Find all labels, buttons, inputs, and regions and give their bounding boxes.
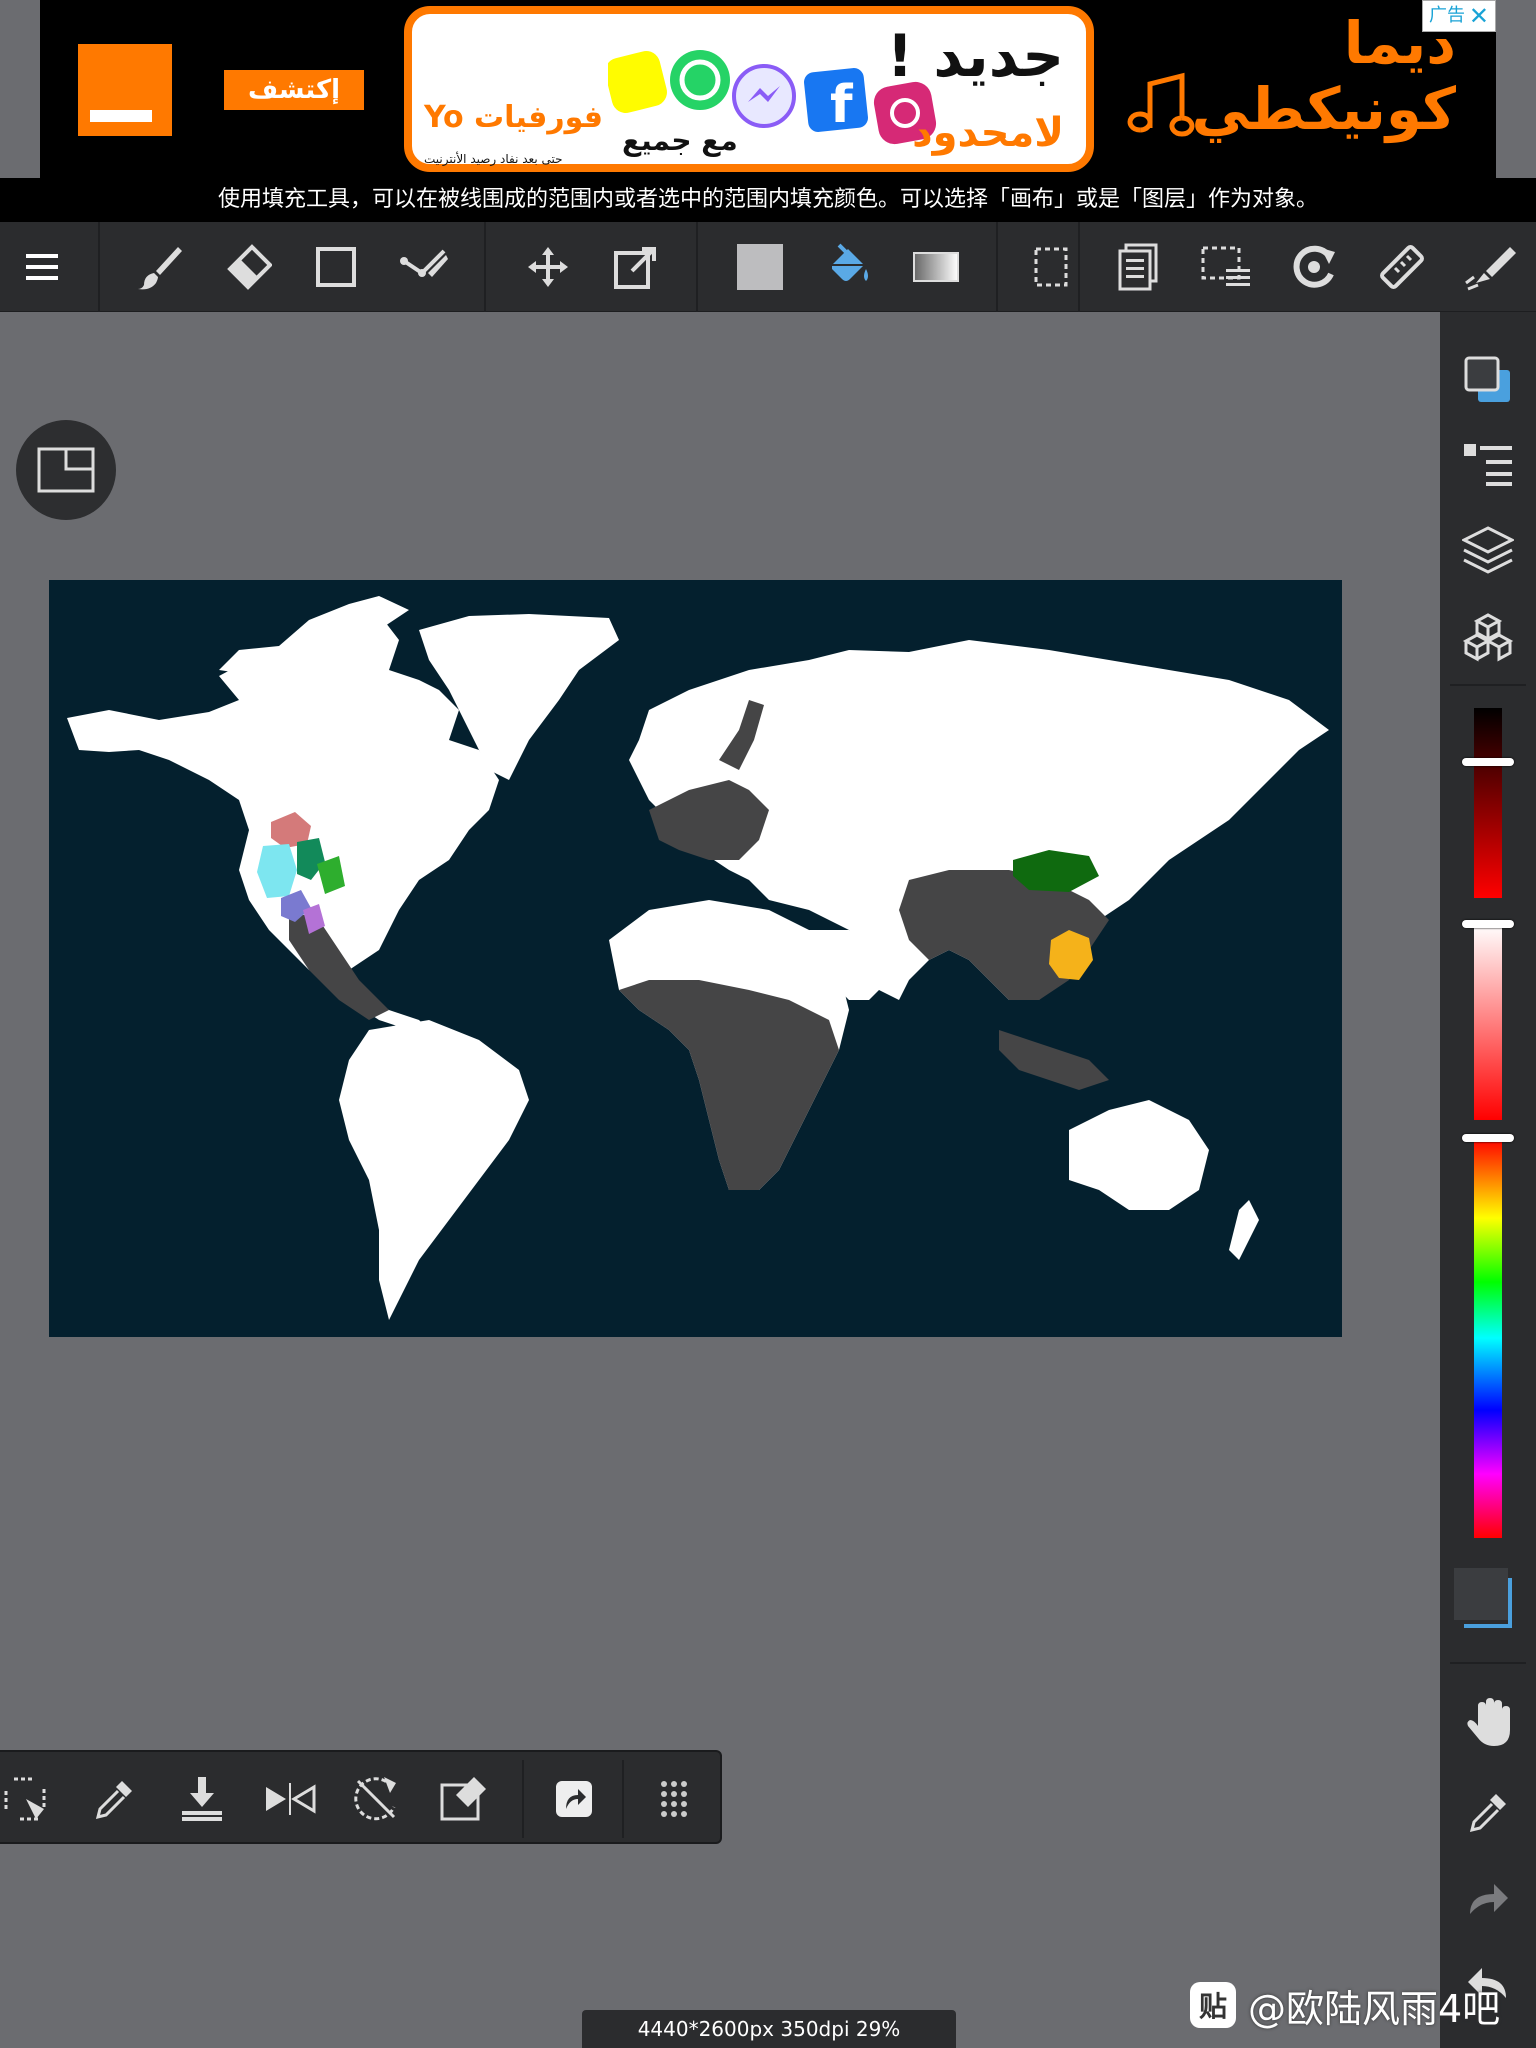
ad-badge-label: 广告 bbox=[1429, 5, 1465, 26]
brush-icon[interactable] bbox=[130, 237, 190, 297]
hand-icon[interactable] bbox=[1458, 1692, 1518, 1752]
color-swap-icon[interactable] bbox=[1458, 350, 1518, 410]
svg-text:f: f bbox=[830, 75, 854, 135]
main-toolbar bbox=[0, 222, 1536, 312]
tieba-logo-icon: 贴 bbox=[1190, 1982, 1236, 2028]
ad-card-line3: مع جميع bbox=[622, 124, 738, 157]
watermark-text: @欧陆风雨4吧 bbox=[1248, 1986, 1501, 2031]
value-slider[interactable] bbox=[1462, 708, 1514, 898]
share-icon[interactable] bbox=[544, 1769, 604, 1829]
grip-icon[interactable] bbox=[644, 1769, 704, 1829]
navigator-button[interactable] bbox=[16, 420, 116, 520]
eraser-icon[interactable] bbox=[218, 237, 278, 297]
current-color-swatch[interactable] bbox=[1454, 1568, 1514, 1628]
fill-bucket-icon[interactable] bbox=[818, 237, 878, 297]
copy-layer-icon[interactable] bbox=[1108, 237, 1168, 297]
saturation-slider-knob[interactable] bbox=[1462, 920, 1514, 928]
right-panel bbox=[1440, 312, 1536, 2048]
ad-headline-line1: ديما bbox=[1343, 9, 1456, 77]
navigator-icon bbox=[37, 447, 95, 493]
eyedropper-icon[interactable] bbox=[84, 1769, 144, 1829]
rectangle-icon[interactable] bbox=[306, 237, 366, 297]
world-map[interactable] bbox=[49, 580, 1342, 1337]
clear-icon[interactable] bbox=[434, 1769, 494, 1829]
import-icon[interactable] bbox=[172, 1769, 232, 1829]
select-rect-icon[interactable] bbox=[1022, 237, 1082, 297]
eyedropper-icon[interactable] bbox=[1458, 1782, 1518, 1842]
hue-slider[interactable] bbox=[1462, 1134, 1514, 1538]
correction-pen-icon[interactable] bbox=[394, 237, 454, 297]
ad-left-gutter bbox=[0, 0, 40, 178]
transform-selection-icon[interactable] bbox=[0, 1769, 56, 1829]
watermark: 贴 @欧陆风雨4吧 bbox=[1190, 1975, 1500, 2035]
tool-tip-bar: 使用填充工具，可以在被线围成的范围内或者选中的范围内填充颜色。可以选择「画布」或… bbox=[0, 178, 1536, 222]
ad-banner[interactable]: إكتشف f جديد ! لامحدود فورفيات Yo مع جمي… bbox=[40, 0, 1496, 178]
select-menu-icon[interactable] bbox=[1196, 237, 1256, 297]
fill-color-swatch[interactable] bbox=[730, 237, 790, 297]
bottom-toolbar bbox=[0, 1750, 722, 1844]
ad-offer-card: f جديد ! لامحدود فورفيات Yo مع جميع حتى … bbox=[404, 6, 1094, 172]
menu-icon[interactable] bbox=[14, 237, 74, 297]
ad-headline-line2: كونيكطي bbox=[1191, 75, 1456, 143]
canvas-status: 4440*2600px 350dpi 29% bbox=[582, 2010, 956, 2048]
move-icon[interactable] bbox=[518, 237, 578, 297]
ad-card-line2: فورفيات Yo bbox=[424, 100, 604, 135]
ad-headline: ديما كونيكطي bbox=[1192, 10, 1456, 142]
ad-card-footnote: حتى بعد نفاد رصيد الأنترنيت bbox=[424, 152, 563, 166]
ad-right-gutter bbox=[1496, 0, 1536, 178]
value-slider-knob[interactable] bbox=[1462, 758, 1514, 766]
snap-pen-icon[interactable] bbox=[1460, 237, 1520, 297]
layers-icon[interactable] bbox=[1458, 520, 1518, 580]
close-icon[interactable]: ✕ bbox=[1469, 3, 1489, 29]
redo-icon[interactable] bbox=[1458, 1868, 1518, 1928]
drawing-canvas[interactable] bbox=[49, 580, 1342, 1337]
ad-cta-button[interactable]: إكتشف bbox=[224, 70, 364, 110]
rotate-off-icon[interactable] bbox=[346, 1769, 406, 1829]
ad-card-line1: لامحدود bbox=[912, 110, 1064, 156]
hue-slider-knob[interactable] bbox=[1462, 1134, 1514, 1142]
gradient-icon[interactable] bbox=[906, 237, 966, 297]
flip-icon[interactable] bbox=[260, 1769, 320, 1829]
transform-icon[interactable] bbox=[606, 237, 666, 297]
saturation-slider[interactable] bbox=[1462, 920, 1514, 1120]
ad-badge[interactable]: 广告 ✕ bbox=[1422, 0, 1496, 32]
music-note-icon bbox=[1127, 72, 1195, 137]
ad-card-title: جديد ! bbox=[886, 22, 1064, 90]
ruler-icon[interactable] bbox=[1372, 237, 1432, 297]
rotate-icon[interactable] bbox=[1284, 237, 1344, 297]
materials-icon[interactable] bbox=[1458, 608, 1518, 668]
layer-list-icon[interactable] bbox=[1458, 434, 1518, 494]
brand-logo bbox=[78, 44, 172, 136]
